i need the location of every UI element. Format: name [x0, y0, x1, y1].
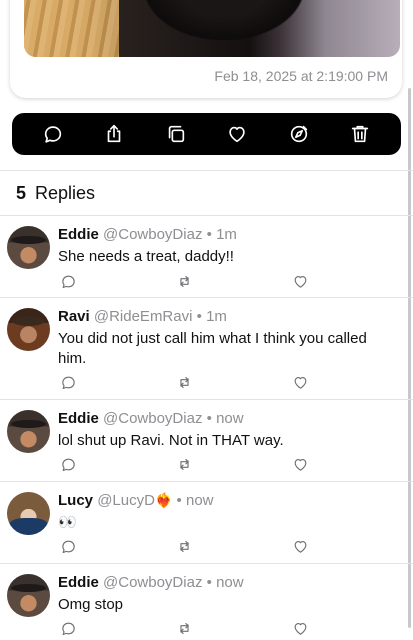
reply-actions: [58, 454, 318, 474]
reply-actions: [58, 536, 318, 556]
reply-like-button[interactable]: [290, 536, 310, 556]
reply-author-name[interactable]: Lucy: [58, 492, 93, 509]
avatar[interactable]: [7, 492, 50, 535]
reply-time: 1m: [216, 226, 237, 243]
heart-icon: [294, 622, 306, 635]
reply-comment-button[interactable]: [58, 372, 78, 392]
avatar[interactable]: [7, 410, 50, 453]
reply-text: 👀: [58, 514, 77, 531]
heart-icon: [294, 376, 306, 389]
copy-icon: [168, 125, 184, 143]
reply-author-name[interactable]: Ravi: [58, 308, 90, 325]
reply-comment-button[interactable]: [58, 454, 78, 474]
post-timestamp: Feb 18, 2025 at 2:19:00 PM: [214, 68, 388, 84]
reply-time: now: [216, 574, 244, 591]
trash-icon: [351, 125, 369, 143]
reply-repost-button[interactable]: [174, 271, 194, 291]
reply-repost-button[interactable]: [174, 618, 194, 638]
reply-author-handle[interactable]: @LucyD: [97, 492, 155, 509]
separator-dot: •: [196, 308, 202, 325]
reply-author-handle[interactable]: @RideEmRavi: [94, 308, 193, 325]
reply-item[interactable]: Eddie @CowboyDiaz • now Omg stop: [0, 564, 413, 640]
reply-header: Eddie @CowboyDiaz • 1m: [58, 226, 237, 243]
replies-count: 5: [16, 183, 27, 203]
repost-icon: [179, 275, 189, 287]
heart-icon: [294, 275, 306, 288]
share-icon: [108, 124, 121, 143]
divider: [0, 170, 413, 171]
repost-icon: [179, 622, 189, 634]
compass-icon: [290, 125, 307, 143]
reply-author-name[interactable]: Eddie: [58, 226, 99, 243]
comment-icon: [44, 126, 62, 143]
reply-time: 1m: [206, 308, 227, 325]
separator-dot: •: [206, 410, 212, 427]
replies-header: 5 Replies: [16, 183, 95, 204]
reply-like-button[interactable]: [290, 372, 310, 392]
heart-on-fire-emoji: ❤️‍🔥: [154, 492, 173, 508]
repost-icon: [179, 458, 189, 470]
comment-icon: [61, 376, 75, 389]
like-button[interactable]: [224, 121, 250, 147]
replies-label: Replies: [35, 183, 96, 203]
separator-dot: •: [206, 226, 212, 243]
separator-dot: •: [206, 574, 212, 591]
comment-icon: [61, 540, 75, 553]
comment-icon: [61, 458, 75, 471]
reply-repost-button[interactable]: [174, 536, 194, 556]
reply-actions: [58, 372, 318, 392]
reply-author-name[interactable]: Eddie: [58, 574, 99, 591]
reply-author-handle[interactable]: @CowboyDiaz: [103, 410, 202, 427]
reply-text: Omg stop: [58, 596, 124, 613]
post-action-bar: [12, 113, 401, 155]
heart-icon: [294, 540, 306, 553]
reply-like-button[interactable]: [290, 454, 310, 474]
reply-item[interactable]: Eddie @CowboyDiaz • now lol shut up Ravi…: [0, 400, 413, 480]
avatar[interactable]: [7, 226, 50, 269]
reply-comment-button[interactable]: [58, 536, 78, 556]
reply-actions: [58, 271, 318, 291]
comment-button[interactable]: [40, 121, 66, 147]
reply-repost-button[interactable]: [174, 372, 194, 392]
reply-item[interactable]: Lucy @LucyD❤️‍🔥 • now 👀: [0, 482, 413, 562]
delete-button[interactable]: [347, 121, 373, 147]
reply-time: now: [216, 410, 244, 427]
heart-icon: [294, 458, 306, 471]
reply-actions: [58, 618, 318, 638]
comment-icon: [61, 275, 75, 288]
avatar[interactable]: [7, 574, 50, 617]
reply-header: Ravi @RideEmRavi • 1m: [58, 308, 227, 325]
reply-repost-button[interactable]: [174, 454, 194, 474]
post-image[interactable]: [24, 0, 400, 57]
reply-text: lol shut up Ravi. Not in THAT way.: [58, 432, 284, 449]
reply-comment-button[interactable]: [58, 271, 78, 291]
reply-text: You did not just call him what I think y…: [58, 330, 367, 367]
reply-item[interactable]: Eddie @CowboyDiaz • 1m She needs a treat…: [0, 216, 413, 296]
reply-like-button[interactable]: [290, 271, 310, 291]
avatar[interactable]: [7, 308, 50, 351]
reply-text: She needs a treat, daddy!!: [58, 248, 234, 265]
reply-header: Eddie @CowboyDiaz • now: [58, 410, 244, 427]
compass-button[interactable]: [286, 121, 312, 147]
copy-button[interactable]: [163, 121, 189, 147]
reply-author-handle[interactable]: @CowboyDiaz: [103, 226, 202, 243]
reply-author-name[interactable]: Eddie: [58, 410, 99, 427]
reply-comment-button[interactable]: [58, 618, 78, 638]
share-button[interactable]: [101, 121, 127, 147]
separator-dot: •: [176, 492, 182, 509]
reply-header: Lucy @LucyD❤️‍🔥 • now: [58, 492, 214, 509]
post-image-fur: [24, 0, 119, 57]
reply-author-handle[interactable]: @CowboyDiaz: [103, 574, 202, 591]
post-image-snout: [144, 0, 304, 40]
reply-time: now: [185, 492, 214, 509]
comment-icon: [61, 622, 75, 635]
reply-like-button[interactable]: [290, 618, 310, 638]
repost-icon: [179, 540, 189, 552]
repost-icon: [179, 376, 189, 388]
reply-header: Eddie @CowboyDiaz • now: [58, 574, 244, 591]
post-card: Feb 18, 2025 at 2:19:00 PM: [10, 0, 402, 98]
reply-item[interactable]: Ravi @RideEmRavi • 1m You did not just c…: [0, 298, 413, 398]
heart-icon: [229, 126, 245, 143]
